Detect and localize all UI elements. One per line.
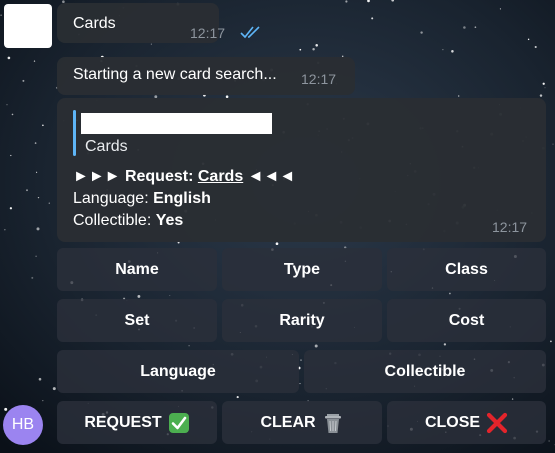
name-button[interactable]: Name — [57, 248, 217, 291]
close-button[interactable]: CLOSE — [387, 401, 546, 444]
message-bubble-cards: Cards 12:17 — [57, 3, 260, 43]
message-time: 12:17 — [492, 219, 528, 235]
clear-button[interactable]: CLEAR — [222, 401, 382, 444]
language-line: Language: English — [73, 190, 211, 207]
request-line: ►►► Request: Cards ◄◄◄ — [73, 168, 296, 185]
message-bubble-status: Starting a new card search... 12:17 — [57, 57, 355, 95]
message-text: Starting a new card search... — [73, 66, 277, 83]
reply-quote-text: Cards — [85, 138, 128, 155]
cross-mark-icon — [486, 412, 508, 433]
class-button[interactable]: Class — [387, 248, 546, 291]
request-button[interactable]: REQUEST — [57, 401, 217, 444]
trash-icon — [324, 413, 341, 433]
reply-quote-title-redacted — [81, 113, 272, 134]
collectible-line: Collectible: Yes — [73, 212, 184, 229]
cost-button[interactable]: Cost — [387, 299, 546, 342]
read-checkmarks-icon — [240, 26, 260, 39]
sender-avatar — [4, 4, 52, 48]
message-text: Cards — [73, 15, 116, 32]
message-bubble-request: Cards ►►► Request: Cards ◄◄◄ Language: E… — [57, 98, 546, 242]
type-button[interactable]: Type — [222, 248, 382, 291]
request-link[interactable]: Cards — [198, 168, 243, 185]
user-avatar[interactable]: HB — [3, 405, 43, 445]
rarity-button[interactable]: Rarity — [222, 299, 382, 342]
message-time: 12:17 — [190, 25, 226, 41]
check-mark-icon — [168, 412, 189, 433]
set-button[interactable]: Set — [57, 299, 217, 342]
collectible-button[interactable]: Collectible — [304, 350, 546, 393]
message-time: 12:17 — [301, 71, 337, 87]
reply-quote-bar — [73, 110, 76, 156]
language-button[interactable]: Language — [57, 350, 299, 393]
